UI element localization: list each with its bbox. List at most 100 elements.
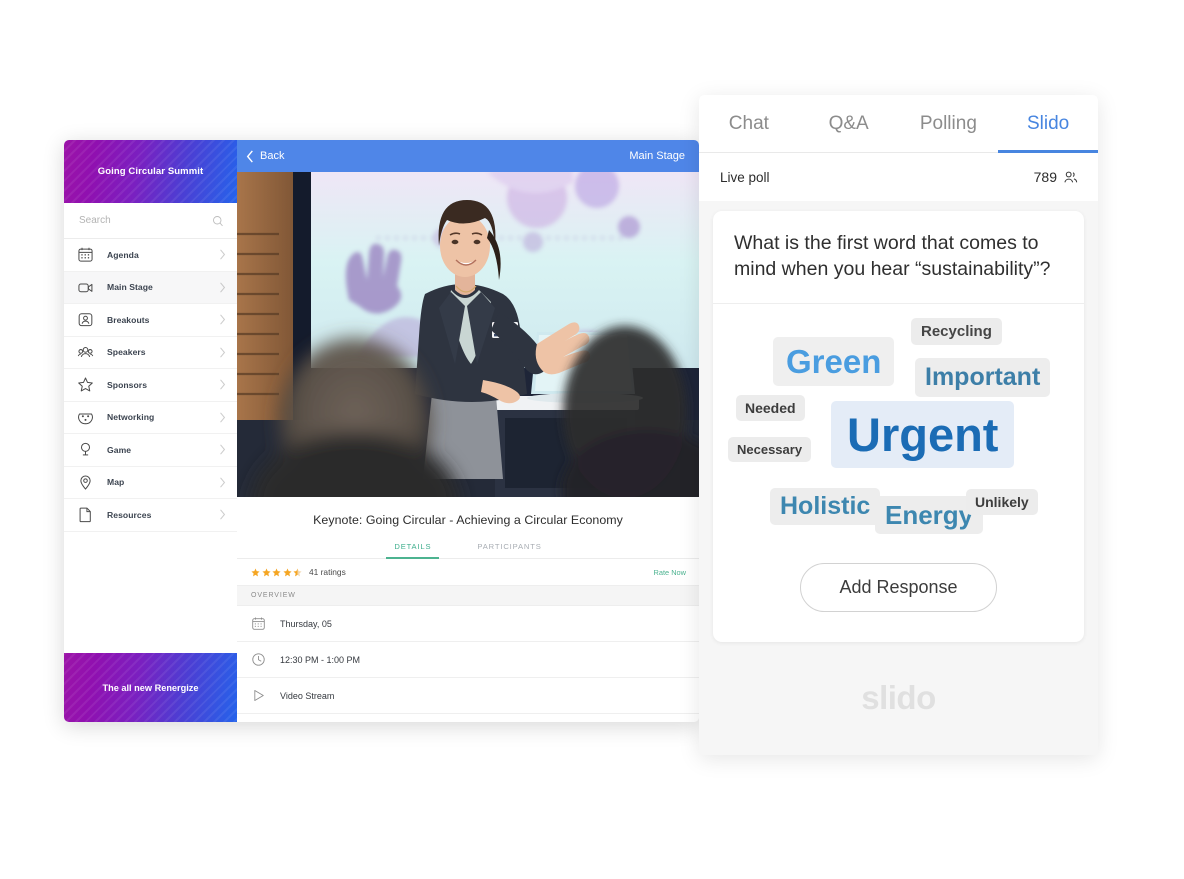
star-filled-icon	[261, 568, 271, 576]
topbar-stage-label: Main Stage	[629, 150, 685, 162]
screenshot-root: Going Circular Summit Search Agenda Main…	[0, 0, 1184, 879]
chevron-right-icon	[220, 412, 226, 423]
sidebar-item-game[interactable]: Game	[64, 434, 237, 467]
chevron-right-icon	[220, 477, 226, 488]
sidebar-item-label: Breakouts	[107, 314, 150, 325]
tab-details[interactable]: DETAILS	[386, 538, 440, 559]
word-cloud: Recycling Green Important Needed Urgent Neces…	[713, 304, 1084, 559]
chevron-right-icon	[220, 509, 226, 520]
sidebar-item-label: Agenda	[107, 249, 139, 260]
star-rating[interactable]	[251, 568, 302, 577]
poll-question: What is the first word that comes to min…	[713, 211, 1084, 304]
sidebar-item-sponsors[interactable]: Sponsors	[64, 369, 237, 402]
add-response-button[interactable]: Add Response	[800, 562, 997, 612]
session-photo	[237, 172, 699, 497]
live-poll-header: Live poll 789	[699, 153, 1098, 201]
calendar-icon	[78, 247, 93, 262]
magnifier-icon	[213, 215, 223, 226]
word-cloud-item[interactable]: Urgent	[831, 400, 1015, 468]
tab-participants[interactable]: PARTICIPANTS	[475, 538, 543, 558]
calendar-icon	[252, 617, 265, 630]
sidebar-item-agenda[interactable]: Agenda	[64, 239, 237, 272]
chevron-right-icon	[220, 379, 226, 390]
app-topbar: Back Main Stage	[237, 140, 699, 172]
star-filled-icon	[272, 568, 281, 576]
sidebar-item-label: Networking	[107, 412, 155, 423]
chevron-right-icon	[220, 249, 226, 260]
session-stream-row[interactable]: Video Stream	[237, 678, 699, 714]
chevron-right-icon	[220, 444, 226, 455]
word-cloud-item[interactable]: Unlikely	[966, 488, 1038, 515]
play-icon	[254, 690, 264, 701]
session-title: Keynote: Going Circular - Achieving a Ci…	[313, 513, 623, 527]
slido-logo: slido	[861, 679, 936, 717]
event-brand-banner: Going Circular Summit	[64, 140, 237, 203]
live-poll-label: Live poll	[720, 169, 770, 185]
session-stream-label: Video Stream	[280, 690, 335, 701]
person-box-icon	[78, 313, 93, 327]
rate-now-link[interactable]: Rate Now	[654, 568, 686, 577]
session-video-player[interactable]	[237, 172, 699, 497]
back-label: Back	[260, 150, 285, 162]
sidebar-item-label: Main Stage	[107, 282, 153, 293]
sidebar-item-label: Sponsors	[107, 379, 148, 390]
slido-logo-wrap: slido	[699, 642, 1098, 755]
word-cloud-item[interactable]: Green	[773, 336, 895, 386]
session-time: 12:30 PM - 1:00 PM	[280, 654, 361, 665]
word-cloud-item[interactable]: Needed	[736, 394, 805, 421]
sidebar-item-networking[interactable]: Networking	[64, 402, 237, 434]
word-cloud-item[interactable]: Necessary	[728, 436, 812, 462]
word-cloud-item[interactable]: Important	[915, 357, 1051, 397]
promo-banner-label: The all new Renergize	[102, 682, 199, 693]
star-icon	[78, 377, 93, 392]
rating-count: 41 ratings	[309, 567, 346, 577]
location-pin-icon	[80, 475, 91, 490]
sidebar-item-label: Speakers	[107, 347, 146, 358]
app-main-content: Back Main Stage Keynote: Going Circular …	[237, 140, 699, 722]
sidebar-item-breakouts[interactable]: Breakouts	[64, 304, 237, 337]
clock-icon	[252, 653, 265, 666]
sidebar-item-main-stage[interactable]: Main Stage	[64, 271, 237, 304]
add-response-wrap: Add Response	[713, 559, 1084, 642]
rating-row: 41 ratings Rate Now	[237, 559, 699, 586]
tab-slido[interactable]: Slido	[998, 95, 1098, 153]
star-filled-icon	[251, 568, 260, 576]
event-brand-title: Going Circular Summit	[97, 166, 204, 177]
chevron-left-icon	[246, 149, 253, 163]
sidebar-item-label: Map	[107, 477, 125, 488]
slido-panel: Chat Q&A Polling Slido Live poll 789 Wha…	[699, 95, 1098, 755]
video-camera-icon	[78, 283, 93, 293]
session-date-row: Thursday, 05	[237, 606, 699, 642]
chevron-right-icon	[220, 282, 226, 293]
star-half-icon	[293, 568, 302, 576]
sidebar-item-speakers[interactable]: Speakers	[64, 337, 237, 369]
tab-chat[interactable]: Chat	[699, 95, 799, 152]
sidebar-item-map[interactable]: Map	[64, 467, 237, 499]
poll-card: What is the first word that comes to min…	[713, 211, 1084, 642]
tab-qanda[interactable]: Q&A	[799, 95, 899, 152]
sidebar-search[interactable]: Search	[64, 203, 237, 239]
back-button[interactable]: Back	[246, 149, 285, 163]
sidebar-item-resources[interactable]: Resources	[64, 499, 237, 532]
search-placeholder: Search	[79, 215, 111, 226]
tab-polling[interactable]: Polling	[899, 95, 999, 152]
promo-banner[interactable]: The all new Renergize	[64, 653, 237, 722]
people-group-icon	[77, 346, 94, 357]
participant-count: 789	[1033, 169, 1057, 185]
network-nodes-icon	[78, 413, 93, 424]
participant-count-group: 789	[1034, 169, 1078, 185]
document-icon	[79, 507, 91, 523]
word-cloud-item[interactable]: Recycling	[911, 317, 1002, 345]
people-icon	[1064, 171, 1078, 182]
chevron-right-icon	[220, 347, 226, 358]
event-app-window: Going Circular Summit Search Agenda Main…	[64, 140, 699, 722]
app-sidebar: Going Circular Summit Search Agenda Main…	[64, 140, 237, 722]
slido-tab-bar: Chat Q&A Polling Slido	[699, 95, 1098, 153]
session-time-row: 12:30 PM - 1:00 PM	[237, 642, 699, 678]
sidebar-item-label: Game	[107, 444, 132, 455]
word-cloud-item[interactable]: Holistic	[770, 487, 881, 525]
chevron-right-icon	[220, 314, 226, 325]
session-date: Thursday, 05	[280, 618, 332, 629]
sidebar-item-label: Resources	[107, 509, 152, 520]
